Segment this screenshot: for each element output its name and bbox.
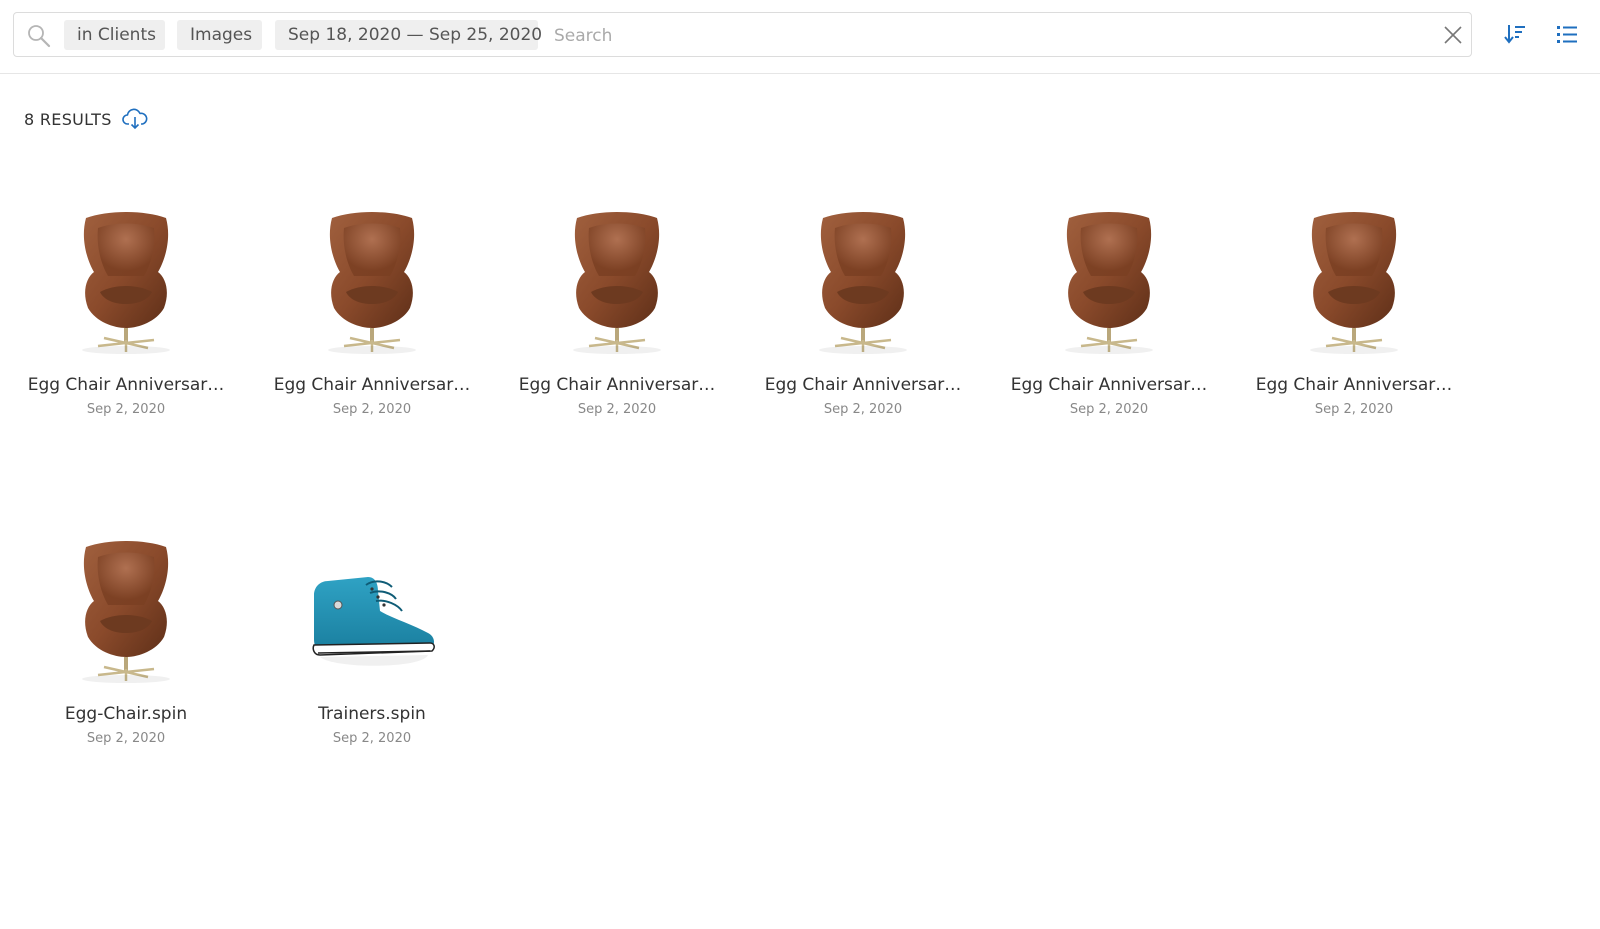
asset-date: Sep 2, 2020 <box>1069 402 1149 417</box>
asset-name: Egg Chair Anniversar… <box>1255 375 1453 395</box>
asset-thumbnail <box>817 210 909 356</box>
asset-date: Sep 2, 2020 <box>86 402 166 417</box>
asset-thumbnail <box>1063 210 1155 356</box>
asset-date: Sep 2, 2020 <box>823 402 903 417</box>
asset-name: Egg Chair Anniversar… <box>764 375 962 395</box>
asset-name: Egg Chair Anniversar… <box>1010 375 1208 395</box>
asset-thumbnail <box>571 210 663 356</box>
asset-tile[interactable]: Egg Chair Anniversar… Sep 2, 2020 <box>512 200 722 430</box>
asset-tile[interactable]: Egg Chair Anniversar… Sep 2, 2020 <box>1249 200 1459 430</box>
asset-tile[interactable]: Egg Chair Anniversar… Sep 2, 2020 <box>21 200 231 430</box>
asset-thumbnail <box>312 576 436 667</box>
asset-tile[interactable]: Trainers.spin Sep 2, 2020 <box>267 529 477 759</box>
asset-date: Sep 2, 2020 <box>577 402 657 417</box>
asset-name: Egg Chair Anniversar… <box>27 375 225 395</box>
asset-date: Sep 2, 2020 <box>1314 402 1394 417</box>
asset-name: Trainers.spin <box>318 704 426 724</box>
asset-date: Sep 2, 2020 <box>332 402 412 417</box>
asset-thumbnail <box>80 539 172 685</box>
asset-tile[interactable]: Egg Chair Anniversar… Sep 2, 2020 <box>1004 200 1214 430</box>
asset-date: Sep 2, 2020 <box>332 731 412 746</box>
asset-name: Egg Chair Anniversar… <box>273 375 471 395</box>
results-grid: Egg Chair Anniversar… Sep 2, 2020 Egg Ch… <box>0 0 1600 929</box>
asset-name: Egg-Chair.spin <box>64 704 188 724</box>
asset-tile[interactable]: Egg Chair Anniversar… Sep 2, 2020 <box>267 200 477 430</box>
asset-thumbnail <box>1308 210 1400 356</box>
asset-date: Sep 2, 2020 <box>86 731 166 746</box>
asset-thumbnail <box>326 210 418 356</box>
asset-tile[interactable]: Egg Chair Anniversar… Sep 2, 2020 <box>758 200 968 430</box>
asset-tile[interactable]: Egg-Chair.spin Sep 2, 2020 <box>21 529 231 759</box>
asset-thumbnail <box>80 210 172 356</box>
asset-name: Egg Chair Anniversar… <box>518 375 716 395</box>
